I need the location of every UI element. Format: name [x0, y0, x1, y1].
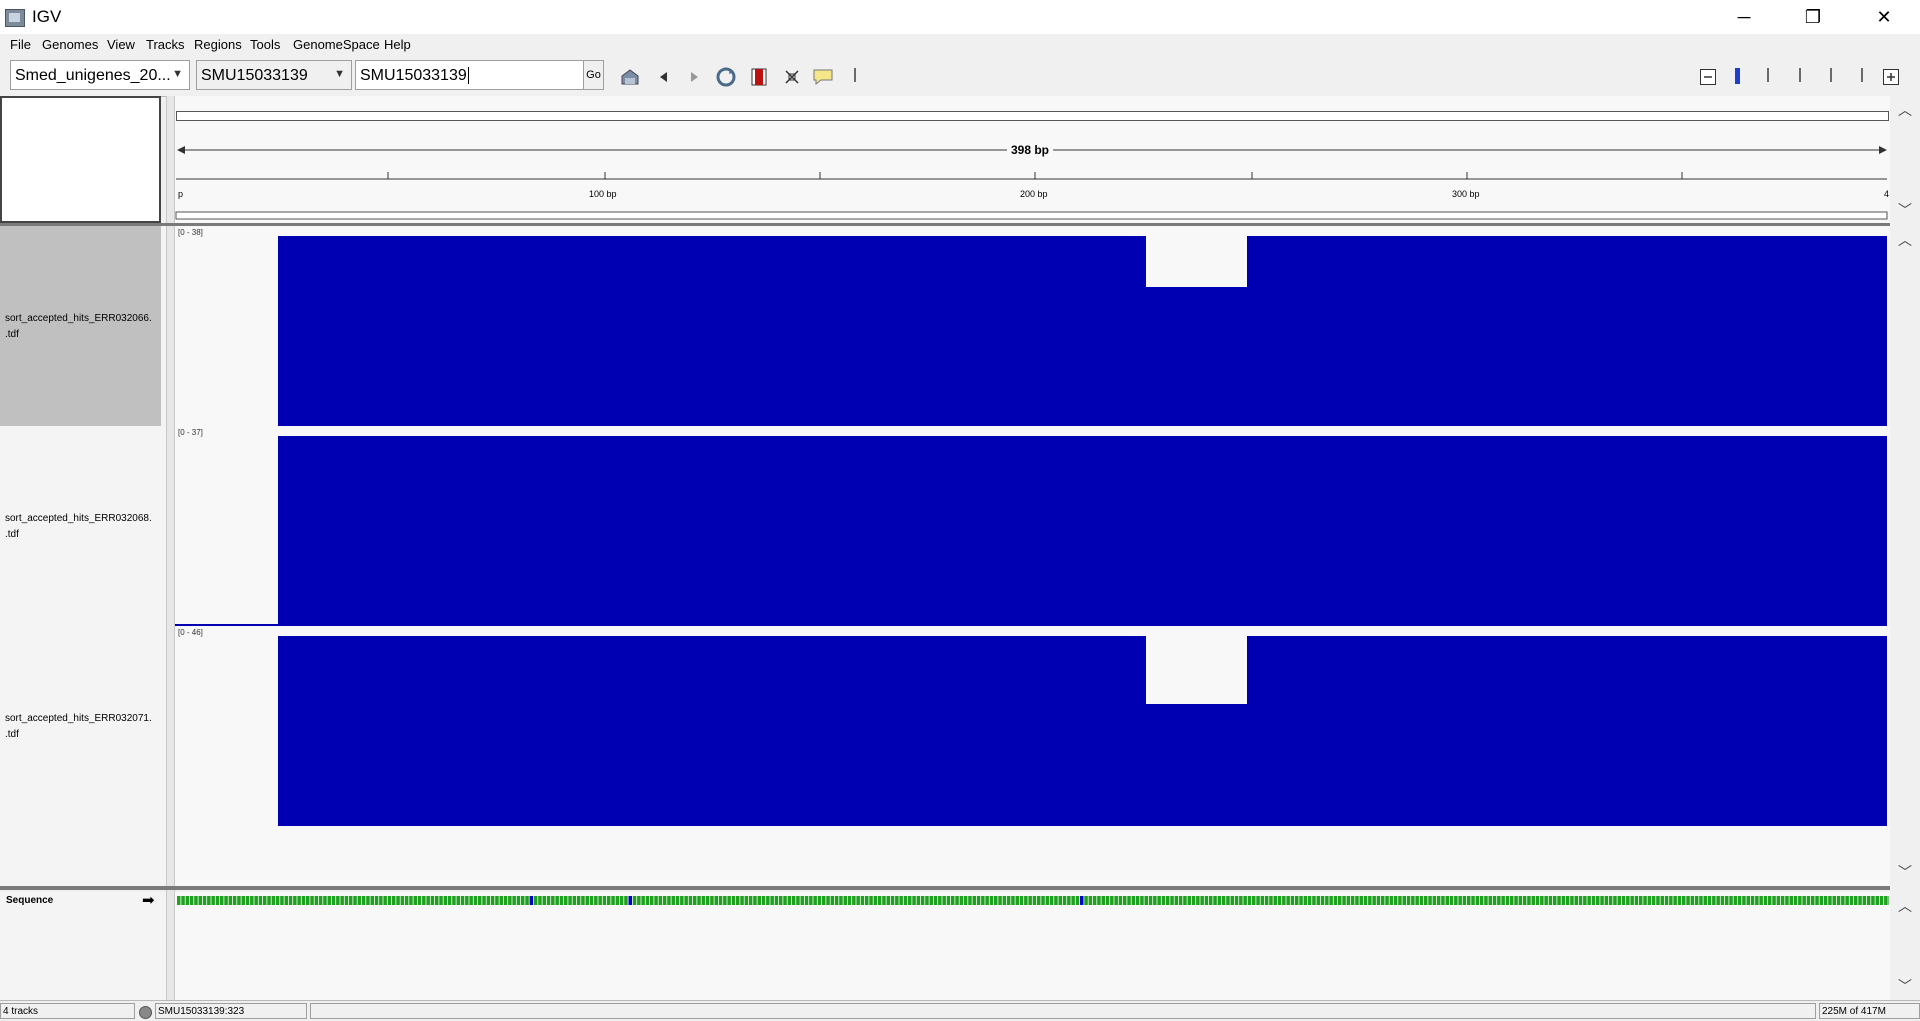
track-range-label: [0 - 37]: [178, 428, 203, 437]
header-scrollbar[interactable]: ︿ ﹀: [1890, 96, 1920, 223]
menu-regions[interactable]: Regions: [194, 37, 242, 52]
coverage-baseline: [175, 624, 278, 626]
chevron-up-icon[interactable]: ︿: [1898, 896, 1912, 916]
window-title: IGV: [32, 7, 62, 26]
refresh-icon[interactable]: [715, 66, 737, 88]
status-track-count: 4 tracks: [0, 1003, 135, 1019]
coverage-bar-track-3[interactable]: [278, 636, 1887, 826]
minimize-button[interactable]: ─: [1716, 0, 1772, 34]
ruler-tick-label: 100 bp: [589, 189, 617, 199]
zoom-level-tick[interactable]: [1767, 68, 1769, 82]
menu-genomes[interactable]: Genomes: [42, 37, 98, 52]
status-indicator-icon: [139, 1006, 152, 1019]
strand-arrow-icon[interactable]: ➡: [142, 891, 155, 909]
menu-tracks[interactable]: Tracks: [146, 37, 185, 52]
sequence-panel[interactable]: [175, 892, 1890, 1000]
status-memory: 225M of 417M: [1819, 1003, 1920, 1019]
roi-icon[interactable]: [748, 66, 770, 88]
track-name-1[interactable]: sort_accepted_hits_ERR032066. .tdf: [5, 311, 152, 343]
home-icon[interactable]: [619, 66, 641, 88]
genome-dropdown-value: Smed_unigenes_20...: [15, 67, 171, 84]
locus-search-value: SMU15033139: [360, 67, 467, 84]
track-names-panel: sort_accepted_hits_ERR032066. .tdf sort_…: [0, 226, 166, 886]
ruler-tick-label: 300 bp: [1452, 189, 1480, 199]
restore-button[interactable]: ❐: [1785, 0, 1841, 34]
panel-separator: [0, 886, 1890, 890]
title-bar: IGV ─ ❐ ✕: [0, 0, 1920, 34]
menu-genomespace[interactable]: GenomeSpace: [293, 37, 380, 52]
forward-icon[interactable]: [684, 66, 706, 88]
ruler-tick-label: 4: [1884, 189, 1890, 199]
menu-file[interactable]: File: [10, 37, 31, 52]
toolbar: Smed_unigenes_20... ▼ SMU15033139 ▼ SMU1…: [0, 56, 1920, 97]
chevron-down-icon[interactable]: ﹀: [1898, 200, 1912, 220]
data-panel[interactable]: [0 - 38] [0 - 37] [0 - 46]: [175, 226, 1890, 886]
back-icon[interactable]: [652, 66, 674, 88]
popup-info-icon[interactable]: [812, 66, 834, 88]
menu-view[interactable]: View: [107, 37, 135, 52]
chevron-down-icon[interactable]: ﹀: [1898, 862, 1912, 882]
status-position: SMU15033139:323: [155, 1003, 307, 1019]
track-name-2[interactable]: sort_accepted_hits_ERR032068. .tdf: [5, 511, 152, 543]
track-name-3[interactable]: sort_accepted_hits_ERR032071. .tdf: [5, 711, 152, 743]
menu-bar: File Genomes View Tracks Regions Tools G…: [0, 34, 1920, 56]
coverage-dip: [1146, 636, 1247, 704]
track-range-label: [0 - 46]: [178, 628, 203, 637]
igv-app-icon: [5, 9, 25, 27]
data-scrollbar[interactable]: ︿ ﹀: [1890, 226, 1920, 886]
zoom-slider-thumb[interactable]: [1735, 68, 1740, 84]
coverage-bar-track-1[interactable]: [278, 236, 1887, 426]
chevron-up-icon[interactable]: ︿: [1898, 230, 1912, 250]
chromosome-dropdown[interactable]: SMU15033139 ▼: [196, 60, 352, 90]
status-bar: 4 tracks SMU15033139:323 225M of 417M: [0, 1000, 1920, 1021]
status-message: [310, 1003, 1816, 1019]
header-name-panel: [0, 96, 161, 223]
genome-dropdown[interactable]: Smed_unigenes_20... ▼: [10, 60, 190, 90]
coverage-dip: [1146, 236, 1247, 287]
locus-search-input[interactable]: SMU15033139: [355, 60, 584, 90]
panel-divider[interactable]: [166, 96, 175, 1000]
ruler-panel[interactable]: 398 bp p 100 bp 200 bp 300 bp 4: [175, 96, 1890, 223]
chevron-down-icon: ▼: [334, 68, 345, 80]
chevron-up-icon[interactable]: ︿: [1898, 100, 1912, 120]
zoom-out-icon[interactable]: [1697, 66, 1719, 88]
go-button[interactable]: Go: [583, 60, 604, 90]
track-range-label: [0 - 38]: [178, 228, 203, 237]
chevron-down-icon[interactable]: ﹀: [1898, 976, 1912, 996]
fit-window-icon[interactable]: [781, 66, 803, 88]
sequence-bases: [177, 896, 1889, 905]
menu-tools[interactable]: Tools: [250, 37, 280, 52]
sequence-track-label[interactable]: Sequence: [6, 895, 53, 906]
chromosome-ideogram[interactable]: [176, 111, 1889, 121]
ruler-tick-label: 200 bp: [1020, 189, 1048, 199]
zoom-level-tick[interactable]: [1799, 68, 1801, 82]
toolbar-separator: [854, 68, 856, 82]
coverage-bar-track-2[interactable]: [278, 436, 1887, 626]
chromosome-dropdown-value: SMU15033139: [201, 67, 308, 84]
ruler-tick-label: p: [178, 189, 184, 199]
menu-help[interactable]: Help: [384, 37, 411, 52]
zoom-level-tick[interactable]: [1830, 68, 1832, 82]
chevron-down-icon: ▼: [172, 68, 183, 80]
zoom-in-icon[interactable]: [1880, 66, 1902, 88]
close-button[interactable]: ✕: [1856, 0, 1912, 34]
sequence-scrollbar[interactable]: ︿ ﹀: [1890, 892, 1920, 1000]
zoom-level-tick[interactable]: [1861, 68, 1863, 82]
ruler-span-label: 398 bp: [1007, 143, 1054, 157]
